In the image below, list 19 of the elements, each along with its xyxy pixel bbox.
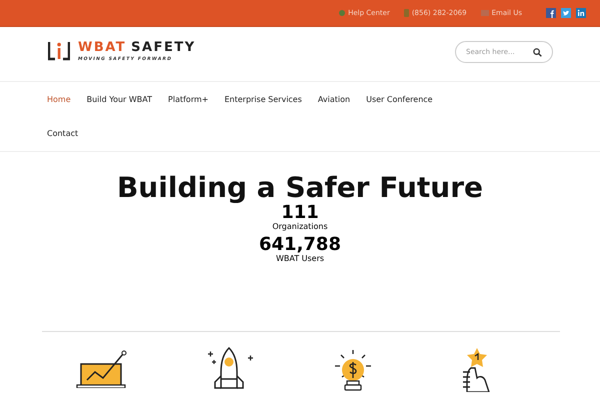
search-icon[interactable] bbox=[533, 48, 542, 56]
linkedin-icon[interactable] bbox=[576, 8, 586, 18]
nav-item[interactable]: User Conference bbox=[366, 82, 433, 116]
facebook-icon[interactable] bbox=[546, 8, 556, 18]
logo-icon bbox=[48, 40, 70, 60]
stat-value: 111 bbox=[281, 204, 319, 222]
hero-title: Building a Safer Future bbox=[116, 172, 484, 204]
twitter-icon[interactable] bbox=[561, 8, 571, 18]
logo-text: SAFETY bbox=[131, 40, 196, 54]
nav-item[interactable]: Build Your WBAT bbox=[86, 82, 152, 116]
nav-item[interactable]: Contact bbox=[47, 116, 560, 150]
stat-value: 641,788 bbox=[259, 236, 341, 254]
nav-item[interactable]: Aviation bbox=[318, 82, 350, 116]
stat-label: WBAT Users bbox=[276, 254, 324, 264]
stat-label: Organizations bbox=[272, 222, 328, 232]
nav-item[interactable]: Home bbox=[47, 82, 71, 116]
nav-item[interactable]: Platform+ bbox=[168, 82, 208, 116]
logo-text: WBAT bbox=[78, 40, 126, 54]
nav-item[interactable]: Enterprise Services bbox=[224, 82, 302, 116]
